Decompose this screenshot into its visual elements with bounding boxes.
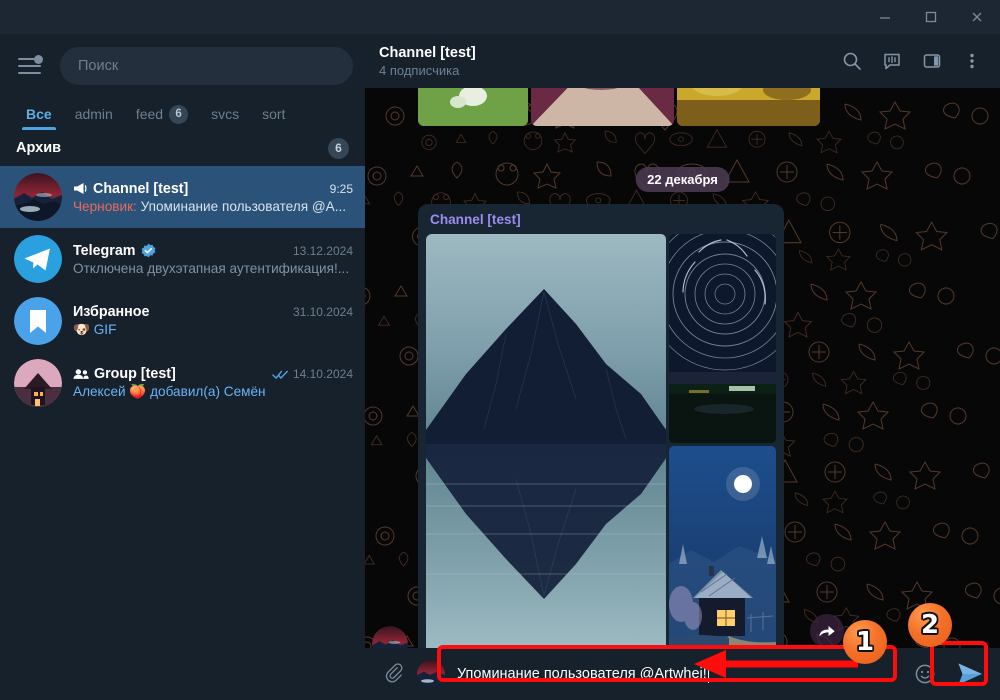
tab-label: svcs — [211, 106, 240, 122]
discussion-icon[interactable] — [874, 43, 910, 79]
more-icon[interactable] — [954, 43, 990, 79]
send-button[interactable] — [948, 654, 992, 694]
annotation-badge-1: 1 — [843, 620, 887, 664]
text-caret — [707, 665, 710, 683]
telegram-window: Поиск Все admin feed 6 svcs sort Архив 6 — [0, 0, 1000, 700]
forward-icon — [819, 626, 835, 637]
chat-list: Channel [test] 9:25 Черновик: Упоминание… — [0, 166, 365, 414]
message-bubble[interactable]: Channel [test] — [418, 204, 784, 662]
chat-header: Channel [test] 4 подписчика — [365, 34, 1000, 88]
chat-title: Channel [test] — [73, 181, 188, 197]
archive-label: Архив — [16, 140, 62, 156]
chat-title: Telegram — [73, 243, 156, 259]
tab-label: admin — [74, 106, 113, 122]
strip-photo-1[interactable] — [418, 88, 528, 126]
message-author: Channel [test] — [430, 212, 521, 227]
composer-avatar[interactable] — [417, 660, 445, 688]
search-icon[interactable] — [834, 43, 870, 79]
search-placeholder: Поиск — [78, 58, 119, 74]
chat-header-subtitle: 4 подписчика — [379, 62, 460, 78]
chat-item-content: Избранное 31.10.2024 🐶 GIF — [73, 304, 353, 338]
search-input[interactable]: Поиск — [60, 47, 353, 85]
archive-count-badge: 6 — [328, 137, 349, 159]
tab-admin[interactable]: admin — [75, 98, 126, 130]
menu-notification-dot — [34, 55, 43, 64]
tab-svcs[interactable]: svcs — [211, 98, 252, 130]
photo-album — [426, 234, 776, 654]
mountain-reflection-photo[interactable] — [426, 234, 666, 654]
chat-list-item-group-test[interactable]: Group [test] 14.10.2024 Алексей 🍑 добави… — [0, 352, 365, 414]
tab-label: feed — [135, 106, 164, 122]
draft-label: Черновик: — [73, 198, 141, 214]
album-right-column — [669, 234, 776, 654]
megaphone-icon — [74, 183, 87, 194]
maximize-button[interactable] — [908, 0, 954, 34]
smile-icon[interactable] — [908, 657, 942, 691]
strip-photo-2[interactable] — [531, 88, 674, 126]
previous-message-album-strip: 12 3:20 — [365, 88, 1000, 126]
hamburger-menu-icon[interactable] — [18, 55, 44, 76]
chat-preview: Алексей 🍑 добавил(а) Семён — [73, 384, 266, 399]
sidebar-topbar: Поиск — [0, 34, 365, 98]
message-group: Channel [test] — [372, 204, 844, 662]
chat-title: Избранное — [73, 304, 150, 320]
annotation-badge-2: 2 — [908, 603, 952, 647]
avatar — [14, 173, 62, 221]
chat-preview: Отключена двухэтапная аутентификация!... — [73, 260, 350, 276]
chat-list-item-telegram[interactable]: Telegram 13.12.2024 Отключена двухэтапна… — [0, 228, 365, 290]
chat-header-actions — [834, 43, 990, 79]
chat-header-info[interactable]: Channel [test] 4 подписчика — [379, 45, 834, 78]
chat-list-item-saved-messages[interactable]: Избранное 31.10.2024 🐶 GIF — [0, 290, 365, 352]
tab-badge-feed: 6 — [169, 104, 189, 124]
chat-pane: 12 3:20 Channel [test] 4 подписчика — [365, 34, 1000, 700]
chat-header-title: Channel [test] — [379, 44, 476, 61]
avatar — [14, 297, 62, 345]
tab-feed[interactable]: feed 6 — [136, 98, 201, 130]
chat-preview: Черновик: Упоминание пользователя @A... — [73, 198, 347, 214]
message-input[interactable]: Упоминание пользователя @Artwhej! — [453, 654, 902, 694]
chat-time: 9:25 — [329, 181, 353, 196]
message-composer: Упоминание пользователя @Artwhej! — [365, 648, 1000, 700]
preview-emoji: 🐶 — [73, 322, 90, 337]
archive-row[interactable]: Архив 6 — [0, 130, 365, 166]
avatar — [14, 359, 62, 407]
chat-item-content: Channel [test] 9:25 Черновик: Упоминание… — [73, 181, 353, 214]
chat-sidebar: Поиск Все admin feed 6 svcs sort Архив 6 — [0, 34, 365, 700]
verified-badge-icon — [141, 243, 155, 258]
chat-time: 31.10.2024 — [292, 305, 353, 319]
chat-preview: 🐶 GIF — [73, 322, 117, 337]
chat-item-content: Group [test] 14.10.2024 Алексей 🍑 добави… — [73, 366, 353, 400]
panel-icon[interactable] — [914, 43, 950, 79]
tab-all[interactable]: Все — [22, 98, 65, 130]
close-button[interactable] — [954, 0, 1000, 34]
chat-time: 13.12.2024 — [292, 243, 353, 258]
send-icon — [958, 663, 982, 685]
read-check-icon — [272, 370, 288, 379]
tab-sort[interactable]: sort — [262, 98, 298, 130]
star-trails-photo[interactable] — [669, 234, 776, 443]
message-input-value: Упоминание пользователя @Artwhej! — [457, 666, 707, 682]
group-icon — [73, 369, 89, 379]
strip-photo-3[interactable] — [677, 88, 820, 126]
avatar — [14, 235, 62, 283]
chat-item-content: Telegram 13.12.2024 Отключена двухэтапна… — [73, 243, 353, 276]
tab-label: sort — [262, 106, 286, 122]
chat-filter-tabs: Все admin feed 6 svcs sort — [0, 98, 365, 130]
chat-list-item-channel-test[interactable]: Channel [test] 9:25 Черновик: Упоминание… — [0, 166, 365, 228]
window-titlebar — [0, 0, 1000, 34]
forward-button-message[interactable] — [810, 614, 844, 648]
tab-label: Все — [26, 106, 52, 122]
date-divider: 22 декабря — [635, 167, 730, 192]
paperclip-icon[interactable] — [377, 657, 411, 691]
minimize-button[interactable] — [862, 0, 908, 34]
chat-title: Group [test] — [73, 366, 176, 382]
moonlit-cabin-photo[interactable] — [669, 445, 776, 654]
chat-time: 14.10.2024 — [272, 367, 353, 381]
